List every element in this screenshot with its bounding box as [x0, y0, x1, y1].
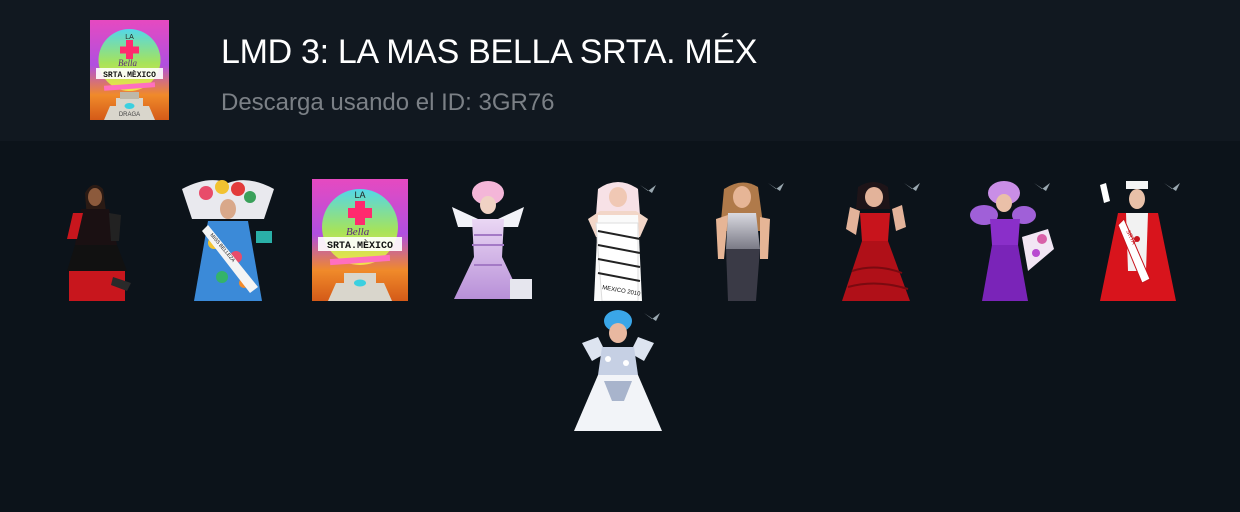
sticker-queen-lilac-gown-icon	[452, 181, 532, 299]
sticker-queen-purple-gown[interactable]	[958, 179, 1058, 301]
sticker-queen-red-leather-icon	[67, 184, 131, 301]
logo-la-text: LA	[125, 34, 134, 41]
sticker-queen-red-cape-nurse-icon: SRTA	[1100, 181, 1180, 301]
sticker-logo-icon: LA Bella SRTA.MÈXICO	[312, 179, 408, 301]
logo-srta-text: SRTA.MÈXICO	[103, 71, 156, 80]
sticker-queen-red-gown-icon	[842, 182, 920, 301]
sticker-la-bella-srta-mexico-logo[interactable]: LA Bella SRTA.MÈXICO	[308, 179, 408, 301]
logo-bella-text-2: Bella	[346, 226, 370, 238]
sticker-queen-flower-crown-icon: MISS BELLEZA	[182, 180, 274, 301]
sticker-queen-purple-gown-icon	[970, 181, 1054, 301]
sticker-queen-silver-dress[interactable]	[698, 179, 798, 301]
pack-header: LA Bella SRTA.MÈXICO DRAGA LMD 3: LA MAS…	[0, 0, 1240, 141]
pack-title: LMD 3: LA MAS BELLA SRTA. MÉX	[221, 33, 758, 71]
sticker-queen-red-leather[interactable]	[47, 179, 147, 301]
logo-la-text-2: LA	[354, 190, 365, 200]
sticker-queen-silver-dress-icon	[716, 182, 784, 301]
sticker-queen-lilac-gown[interactable]	[438, 179, 538, 301]
logo-srta-text-2: SRTA.MÈXICO	[327, 238, 393, 252]
sticker-queen-blue-hair-white-gown-icon	[574, 310, 662, 431]
pack-download-id: Descarga usando el ID: 3GR76	[221, 89, 555, 116]
logo-bella-text: Bella	[118, 58, 137, 68]
pack-cover-logo-icon: LA Bella SRTA.MÈXICO DRAGA	[90, 20, 169, 120]
sticker-queen-blue-hair-white-gown[interactable]	[568, 309, 668, 431]
sticker-queen-red-cape-nurse[interactable]: SRTA	[1088, 179, 1188, 301]
sticker-queen-flower-crown[interactable]: MISS BELLEZA	[178, 179, 278, 301]
sticker-queen-white-sash-icon: MEXICO 2010	[588, 182, 656, 301]
pack-cover-image[interactable]: LA Bella SRTA.MÈXICO DRAGA	[90, 20, 169, 120]
logo-brand-text: DRAGA	[119, 112, 140, 118]
sticker-queen-red-gown[interactable]	[828, 179, 928, 301]
sticker-queen-white-sash[interactable]: MEXICO 2010	[568, 179, 668, 301]
